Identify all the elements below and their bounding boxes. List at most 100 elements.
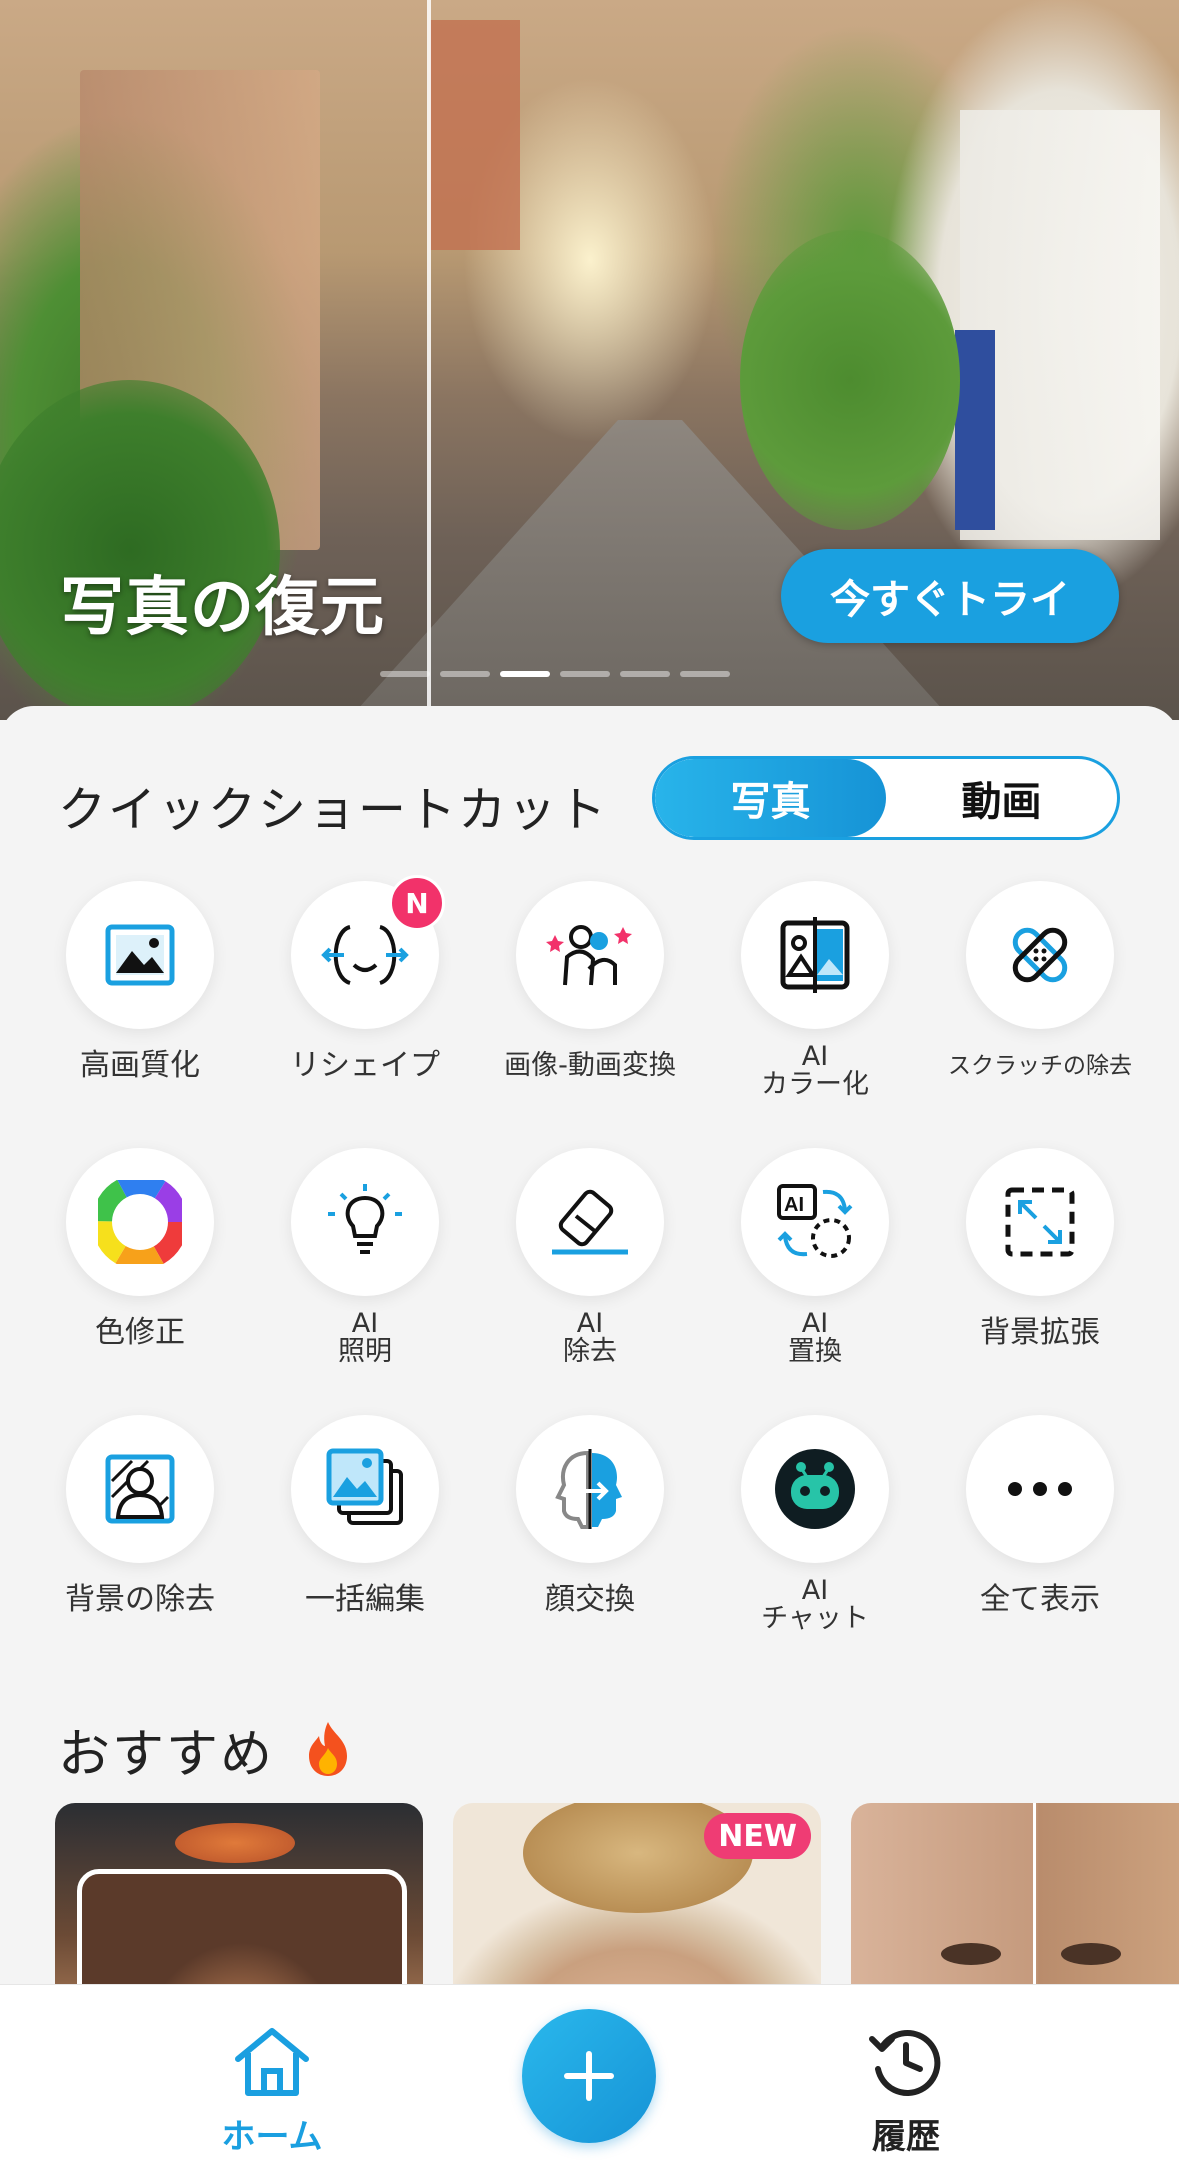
tab-photo[interactable]: 写真 [655,759,886,837]
shortcut-image-to-video[interactable]: 画像-動画変換 [480,881,700,1081]
media-type-toggle[interactable]: 写真 動画 [652,756,1120,840]
recommended-title-text: おすすめ [58,1725,275,1785]
bottom-navigation: ホーム 履歴 [0,1984,1179,2166]
enhance-image-icon [105,924,175,986]
nav-history[interactable]: 履歴 [806,2025,1006,2158]
ai-eraser-icon [552,1189,628,1255]
shortcut-icon-circle[interactable] [66,881,214,1029]
shortcut-label: AI チャット [761,1575,869,1634]
quick-shortcut-title: クイックショートカット [58,782,609,838]
recommended-carousel[interactable]: NEW [55,1803,1179,1985]
shortcut-label: 色修正 [95,1315,185,1350]
shortcut-background-remove[interactable]: 背景の除去 [30,1415,250,1615]
shortcut-icon-circle[interactable] [516,1415,664,1563]
plus-icon [564,2051,614,2101]
card-image-eye [1061,1943,1121,1965]
shortcut-label: リシェイプ [290,1048,440,1083]
more-icon [1008,1482,1072,1496]
shortcut-ai-chat[interactable]: AI チャット [705,1415,925,1633]
shortcut-icon-circle[interactable] [966,881,1114,1029]
shortcut-icon-circle[interactable] [966,1415,1114,1563]
carousel-indicator [380,671,730,677]
carousel-dot[interactable] [560,671,610,677]
hero-title: 写真の復元 [60,571,385,645]
shortcut-icon-circle[interactable] [291,1415,439,1563]
card-image-decoration [175,1823,295,1863]
scratch-removal-icon [1012,927,1068,983]
recommended-card[interactable] [851,1803,1179,1985]
background-remove-icon [105,1454,175,1524]
nav-history-label: 履歴 [872,2117,940,2157]
shortcut-label: 一括編集 [305,1582,425,1617]
shortcut-icon-circle[interactable] [291,1148,439,1296]
shortcut-label: 全て表示 [980,1582,1100,1617]
shortcut-label: 背景拡張 [980,1315,1100,1350]
ai-chat-icon [775,1449,855,1529]
shortcut-icon-circle[interactable] [66,1148,214,1296]
try-now-button[interactable]: 今すぐトライ [781,549,1119,643]
shortcut-label: 顔交換 [545,1582,635,1617]
shortcut-background-expand[interactable]: 背景拡張 [930,1148,1150,1348]
hero-image-door [955,330,995,530]
quick-shortcut-panel: クイックショートカット 写真 動画 高画質化 N リシェイプ 画像-動画変換 A… [0,706,1179,1668]
card-image-eye [941,1943,1001,1965]
carousel-dot-active[interactable] [500,671,550,677]
before-after-divider[interactable] [427,0,431,710]
shortcut-show-all[interactable]: 全て表示 [930,1415,1150,1615]
nav-home-label: ホーム [221,2117,323,2157]
shortcut-icon-circle[interactable] [741,881,889,1029]
shortcut-icon-circle[interactable]: AI [741,1148,889,1296]
shortcut-label: AI カラー化 [761,1041,869,1100]
svg-text:AI: AI [784,1194,804,1216]
shortcut-face-swap[interactable]: 顔交換 [480,1415,700,1615]
shortcut-label: 高画質化 [80,1048,200,1083]
shortcut-color-correct[interactable]: 色修正 [30,1148,250,1348]
carousel-dot[interactable] [380,671,430,677]
reshape-face-icon [321,925,409,985]
hero-banner[interactable]: 写真の復元 今すぐトライ [0,0,1179,720]
recommended-title: おすすめ [58,1712,353,1787]
shortcut-ai-replace[interactable]: AI AI 置換 [705,1148,925,1366]
color-wheel-icon [98,1180,182,1264]
new-feature-badge: N [389,875,445,931]
shortcut-scratch-removal[interactable]: スクラッチの除去 [930,881,1150,1081]
carousel-dot[interactable] [440,671,490,677]
shortcut-label: 画像-動画変換 [504,1050,676,1081]
shortcut-enhance[interactable]: 高画質化 [30,881,250,1081]
shortcut-icon-circle[interactable] [516,881,664,1029]
ai-replace-icon: AI [777,1184,853,1258]
ai-colorize-icon [780,917,850,993]
hero-image-plants-right [740,230,960,530]
shortcut-icon-circle[interactable] [516,1148,664,1296]
fire-icon [308,1722,347,1776]
shortcut-label: AI 照明 [338,1308,392,1367]
shortcut-label: 背景の除去 [65,1582,215,1617]
recommended-card[interactable] [55,1803,423,1985]
home-icon [235,2028,309,2096]
shortcut-ai-colorize[interactable]: AI カラー化 [705,881,925,1099]
image-to-video-icon [546,925,632,986]
card-image-portrait [77,1869,407,1985]
shortcut-icon-circle[interactable]: N [291,875,445,1029]
shortcut-ai-erase[interactable]: AI 除去 [480,1148,700,1366]
nav-home[interactable]: ホーム [172,2025,372,2158]
carousel-dot[interactable] [680,671,730,677]
hero-image-building-back [430,20,520,250]
face-swap-icon [555,1449,622,1529]
shortcut-icon-circle[interactable] [66,1415,214,1563]
shortcut-label: AI 除去 [563,1308,617,1367]
recommended-card[interactable]: NEW [453,1803,821,1985]
new-badge: NEW [704,1813,811,1859]
batch-edit-icon [326,1448,403,1525]
carousel-dot[interactable] [620,671,670,677]
shortcut-ai-lighting[interactable]: AI 照明 [255,1148,475,1366]
shortcut-batch-edit[interactable]: 一括編集 [255,1415,475,1615]
shortcut-label: スクラッチの除去 [948,1053,1132,1079]
shortcut-reshape[interactable]: N リシェイプ [255,875,475,1083]
create-new-button[interactable] [522,2009,656,2143]
tab-video[interactable]: 動画 [886,759,1117,837]
shortcut-label: AI 置換 [788,1308,842,1367]
background-expand-icon [1005,1187,1075,1257]
shortcut-icon-circle[interactable] [966,1148,1114,1296]
shortcut-icon-circle[interactable] [741,1415,889,1563]
